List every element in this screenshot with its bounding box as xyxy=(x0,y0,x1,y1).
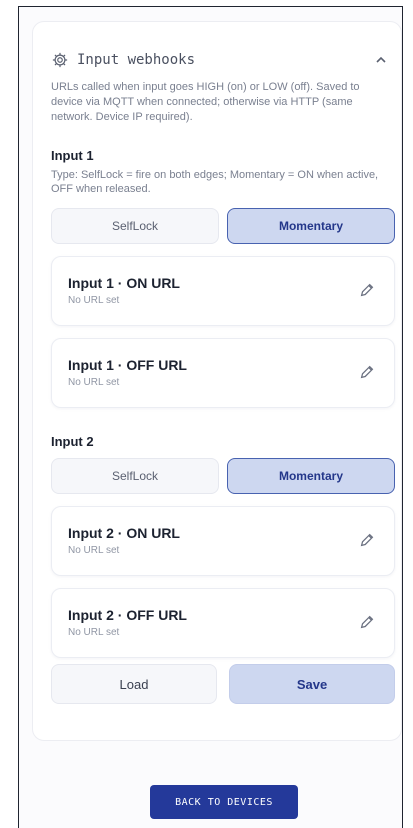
input-1-momentary-button[interactable]: Momentary xyxy=(227,208,395,244)
input-2-on-url-card[interactable]: Input 2 · ON URL No URL set xyxy=(51,506,395,576)
input-1-off-url-card[interactable]: Input 1 · OFF URL No URL set xyxy=(51,338,395,408)
input-webhooks-panel: Input webhooks URLs called when input go… xyxy=(32,21,402,741)
input-1-on-url-title: Input 1 · ON URL xyxy=(68,275,180,291)
panel-header[interactable]: Input webhooks xyxy=(51,48,391,72)
input-2-momentary-button[interactable]: Momentary xyxy=(227,458,395,494)
back-to-devices-button[interactable]: BACK TO DEVICES xyxy=(150,785,298,819)
input-1-off-url-title: Input 1 · OFF URL xyxy=(68,357,187,373)
input-2-on-url-value: No URL set xyxy=(68,545,120,556)
panel-title: Input webhooks xyxy=(77,52,196,68)
input-1-on-url-card[interactable]: Input 1 · ON URL No URL set xyxy=(51,256,395,326)
input-1-description: Type: SelfLock = fire on both edges; Mom… xyxy=(51,169,379,195)
input-2-selflock-button[interactable]: SelfLock xyxy=(51,458,219,494)
chevron-up-icon[interactable] xyxy=(371,50,391,70)
input-2-off-url-card[interactable]: Input 2 · OFF URL No URL set xyxy=(51,588,395,658)
gear-icon xyxy=(52,52,68,68)
input-2-on-url-title: Input 2 · ON URL xyxy=(68,525,180,541)
input-2-off-url-title: Input 2 · OFF URL xyxy=(68,607,187,623)
input-1-off-url-value: No URL set xyxy=(68,377,120,388)
panel-description: URLs called when input goes HIGH (on) or… xyxy=(51,81,360,123)
pencil-icon[interactable] xyxy=(358,613,376,631)
input-1-on-url-value: No URL set xyxy=(68,295,120,306)
input-1-mode-toggle: SelfLock Momentary xyxy=(51,208,395,244)
load-button[interactable]: Load xyxy=(51,664,217,704)
action-buttons: Load Save xyxy=(51,664,395,704)
input-1-selflock-button[interactable]: SelfLock xyxy=(51,208,219,244)
input-2-mode-toggle: SelfLock Momentary xyxy=(51,458,395,494)
input-2-off-url-value: No URL set xyxy=(68,627,120,638)
input-1-title: Input 1 xyxy=(51,148,94,163)
pencil-icon[interactable] xyxy=(358,363,376,381)
pencil-icon[interactable] xyxy=(358,281,376,299)
save-button[interactable]: Save xyxy=(229,664,395,704)
pencil-icon[interactable] xyxy=(358,531,376,549)
input-2-title: Input 2 xyxy=(51,434,94,449)
device-frame: Input webhooks URLs called when input go… xyxy=(18,6,403,828)
